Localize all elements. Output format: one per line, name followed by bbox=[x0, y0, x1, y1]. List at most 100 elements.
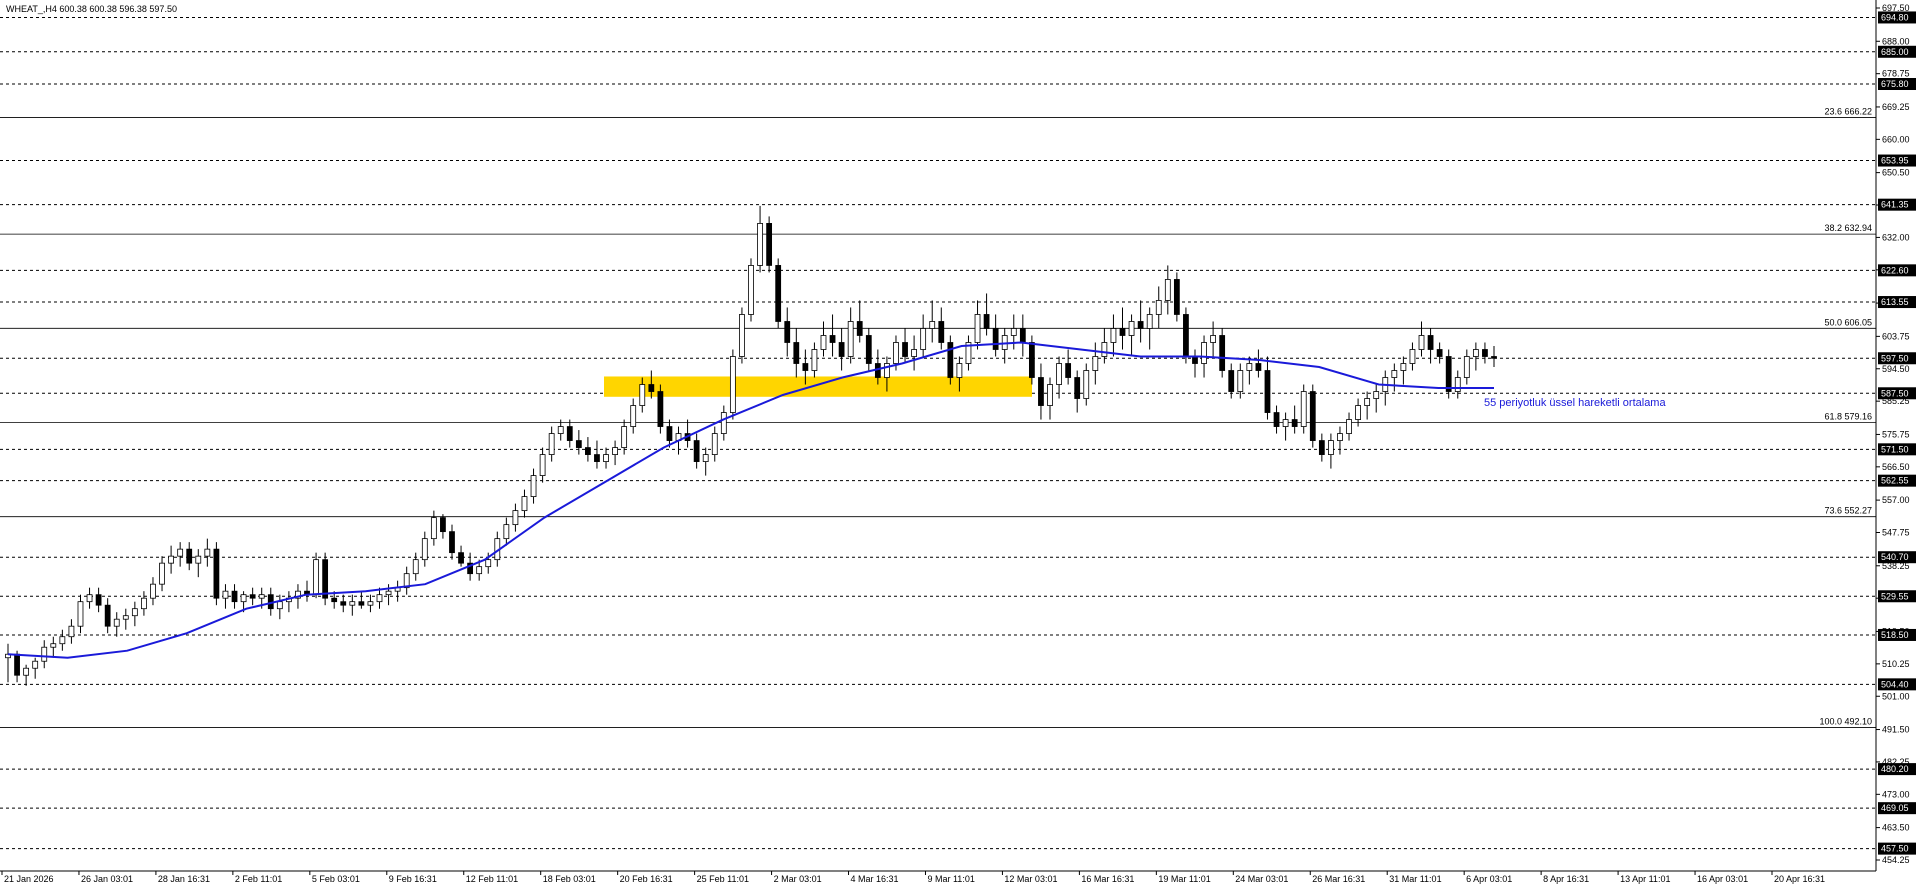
candle-body bbox=[693, 440, 700, 462]
candle-body bbox=[1219, 335, 1226, 371]
y-tick-label: 575.75 bbox=[1882, 429, 1910, 439]
candle-body bbox=[956, 363, 963, 378]
candle-body bbox=[1409, 349, 1416, 364]
y-tick-label: 547.75 bbox=[1882, 528, 1910, 538]
level-price-label: 597.50 bbox=[1881, 353, 1909, 363]
candle-body bbox=[1346, 419, 1352, 434]
candle-body bbox=[729, 356, 736, 413]
candle-body bbox=[566, 426, 573, 441]
candle-body bbox=[811, 349, 818, 371]
x-tick-label: 12 Mar 03:01 bbox=[1004, 874, 1057, 884]
candle-body bbox=[920, 328, 927, 350]
candle-body bbox=[1246, 363, 1253, 371]
candle-body bbox=[1273, 412, 1280, 427]
candle-body bbox=[748, 265, 754, 315]
y-tick-label: 660.00 bbox=[1882, 134, 1910, 144]
candle-body bbox=[784, 321, 791, 343]
y-tick-label: 603.75 bbox=[1882, 331, 1910, 341]
candle-body bbox=[1291, 419, 1298, 427]
y-tick-label: 678.75 bbox=[1882, 69, 1910, 79]
candle-body bbox=[213, 548, 220, 599]
candle-body bbox=[1192, 356, 1198, 364]
level-price-label: 529.55 bbox=[1881, 591, 1909, 601]
level-price-label: 457.50 bbox=[1881, 844, 1909, 854]
candle-body bbox=[113, 618, 120, 627]
candle-body bbox=[131, 608, 138, 617]
x-tick-label: 20 Apr 16:31 bbox=[1774, 874, 1825, 884]
candle-body bbox=[1454, 377, 1461, 392]
candle-body bbox=[557, 426, 564, 434]
x-tick-label: 12 Feb 11:01 bbox=[466, 874, 518, 884]
x-tick-label: 5 Feb 03:01 bbox=[312, 874, 360, 884]
candle-body bbox=[902, 342, 908, 357]
candle-body bbox=[1210, 335, 1217, 343]
candle-body bbox=[512, 510, 519, 526]
chart-title: WHEAT_,H4 600.38 600.38 596.38 597.50 bbox=[6, 4, 177, 14]
x-tick-label: 24 Mar 03:01 bbox=[1235, 874, 1288, 884]
fib-label: 23.6 666.22 bbox=[1824, 107, 1872, 117]
candle-body bbox=[983, 314, 990, 329]
candle-body bbox=[313, 559, 319, 596]
candle-body bbox=[168, 555, 174, 564]
candle-body bbox=[992, 328, 999, 350]
candle-body bbox=[358, 601, 365, 606]
chart-area[interactable]: 23.6 666.22 38.2 632.94 50.0 606.05 61.8 57… bbox=[0, 0, 1916, 888]
x-tick-label: 2 Mar 03:01 bbox=[774, 874, 822, 884]
candle-body bbox=[666, 426, 673, 441]
candle-body bbox=[458, 552, 464, 564]
candle-body bbox=[911, 349, 917, 357]
candle-body bbox=[820, 335, 827, 350]
candle-body bbox=[222, 590, 229, 599]
x-tick-label: 16 Apr 03:01 bbox=[1697, 874, 1748, 884]
candle-body bbox=[630, 405, 637, 427]
candle-body bbox=[1436, 349, 1443, 357]
candle-body bbox=[1237, 370, 1244, 392]
candle-body bbox=[376, 594, 383, 603]
x-tick-label: 13 Apr 11:01 bbox=[1620, 874, 1670, 884]
candle-body bbox=[1418, 335, 1425, 350]
candle-body bbox=[1028, 342, 1035, 378]
candle-body bbox=[1038, 377, 1044, 406]
y-tick-label: 632.00 bbox=[1882, 232, 1910, 242]
candle-body bbox=[603, 454, 609, 462]
candle-body bbox=[1019, 328, 1026, 343]
x-tick-label: 9 Mar 11:01 bbox=[927, 874, 974, 884]
x-tick-label: 19 Mar 11:01 bbox=[1158, 874, 1210, 884]
candle-body bbox=[1373, 391, 1380, 399]
candle-body bbox=[1264, 370, 1271, 413]
candle-body bbox=[1101, 342, 1108, 357]
candle-body bbox=[430, 517, 437, 540]
candle-body bbox=[1355, 405, 1361, 420]
x-tick-label: 31 Mar 11:01 bbox=[1389, 874, 1441, 884]
y-tick-label: 454.25 bbox=[1882, 855, 1910, 865]
candle-body bbox=[412, 559, 419, 575]
candle-body bbox=[1173, 279, 1180, 315]
level-price-label: 480.20 bbox=[1881, 764, 1909, 774]
x-tick-label: 2 Feb 11:01 bbox=[235, 874, 282, 884]
level-price-label: 504.40 bbox=[1881, 679, 1909, 689]
candle-body bbox=[231, 590, 238, 603]
candle-body bbox=[150, 583, 156, 599]
candle-body bbox=[1445, 356, 1452, 392]
x-tick-label: 9 Feb 16:31 bbox=[389, 874, 437, 884]
candle-body bbox=[1364, 398, 1371, 406]
candle-body bbox=[1427, 335, 1434, 350]
candle-body bbox=[41, 646, 48, 662]
candle-body bbox=[1137, 321, 1144, 329]
y-tick-label: 650.50 bbox=[1882, 168, 1910, 178]
candle-body bbox=[739, 314, 745, 357]
candle-body bbox=[104, 604, 111, 627]
candle-body bbox=[485, 559, 492, 568]
x-tick-label: 6 Apr 03:01 bbox=[1466, 874, 1512, 884]
x-tick-label: 28 Jan 16:31 bbox=[158, 874, 210, 884]
candle-body bbox=[449, 531, 455, 554]
candle-body bbox=[14, 653, 20, 676]
level-price-label: 518.50 bbox=[1881, 630, 1909, 640]
price-chart[interactable]: 23.6 666.22 38.2 632.94 50.0 606.05 61.8 57… bbox=[0, 0, 1916, 888]
x-tick-label: 4 Mar 16:31 bbox=[851, 874, 899, 884]
candle-body bbox=[802, 363, 809, 371]
candle-body bbox=[1491, 356, 1497, 359]
candle-body bbox=[548, 433, 555, 455]
candle-body bbox=[648, 384, 655, 392]
candle-body bbox=[702, 454, 709, 462]
